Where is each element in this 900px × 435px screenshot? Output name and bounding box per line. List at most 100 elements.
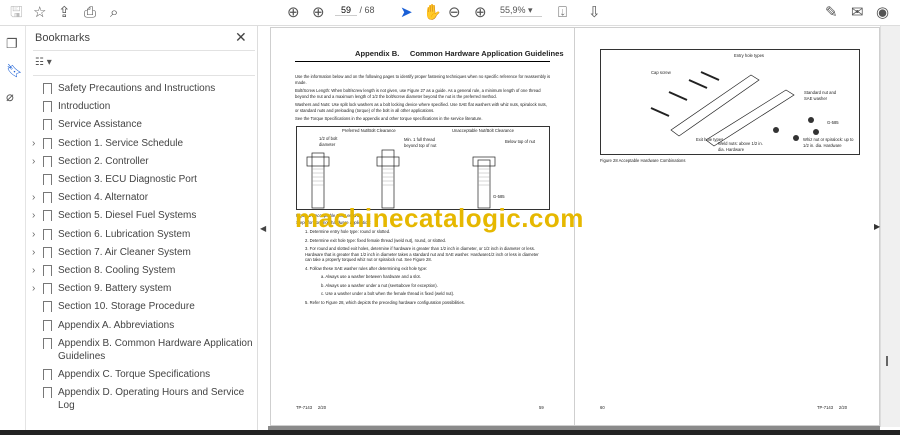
bookmark-icon bbox=[43, 337, 52, 349]
search-icon[interactable]: ⌕ bbox=[110, 4, 118, 22]
fit-page-icon[interactable]: ⍗ bbox=[558, 4, 567, 22]
panel-title: Bookmarks bbox=[35, 32, 91, 44]
bookmark-label: Section 4. Alternator bbox=[58, 192, 149, 204]
bookmark-icon bbox=[43, 174, 52, 185]
scroll-mode-icon[interactable]: ⇩ bbox=[588, 4, 601, 22]
bookmark-label: Appendix A. Abbreviations bbox=[58, 319, 175, 331]
bookmarks-icon[interactable]: 🔖︎ bbox=[6, 63, 23, 79]
step: 4. Follow these SAE washer rules after d… bbox=[305, 265, 428, 271]
zoom-out-icon[interactable]: ⊖ bbox=[448, 4, 461, 22]
substep: b. Always use a washer under a nut (see5… bbox=[321, 282, 438, 288]
page-number-input[interactable] bbox=[335, 5, 357, 16]
bookmark-icon bbox=[43, 210, 52, 222]
scrollbar-thumb[interactable] bbox=[886, 356, 888, 366]
zoom-select[interactable]: 55,9% ▾ bbox=[500, 5, 542, 17]
chevron-right-icon[interactable]: › bbox=[32, 209, 35, 222]
paragraph: Bolt/Screw Length: When bolt/screw lengt… bbox=[295, 88, 541, 99]
chevron-right-icon[interactable]: › bbox=[32, 137, 35, 150]
bookmark-icon bbox=[43, 119, 52, 131]
footer-right: TP-7143 2/20 bbox=[817, 405, 848, 410]
sign-icon[interactable]: ✎ bbox=[825, 4, 838, 22]
bookmark-label: Section 8. Cooling System bbox=[58, 265, 176, 276]
bookmark-icon bbox=[43, 301, 52, 313]
bookmark-label: Appendix D. Operating Hours and Service … bbox=[58, 387, 245, 411]
bookmark-label: Service Assistance bbox=[58, 119, 142, 131]
hand-tool-icon[interactable]: ✋ bbox=[423, 4, 442, 22]
collapse-panel-arrow-icon[interactable]: ◀ bbox=[260, 224, 266, 233]
bookmark-star-icon[interactable]: ☆ bbox=[33, 4, 46, 22]
divider bbox=[33, 75, 255, 76]
previous-page-icon[interactable]: ⊕︎ bbox=[287, 4, 300, 22]
bookmark-icon bbox=[43, 192, 52, 204]
figure-28-caption: Figure 28 Acceptable Hardware Combinatio… bbox=[600, 158, 686, 163]
upload-cloud-icon[interactable]: ⇪ bbox=[58, 4, 71, 22]
vertical-scrollbar[interactable] bbox=[880, 26, 900, 427]
zoom-in-icon[interactable]: ⊕ bbox=[474, 4, 487, 22]
chevron-right-icon[interactable]: › bbox=[32, 191, 35, 204]
substep: c. Use a washer under a bolt when the fe… bbox=[321, 291, 455, 296]
page-60: Entry hole types Cap screw Standard nut … bbox=[574, 27, 880, 426]
watermark[interactable]: machinecatalogic.com bbox=[295, 203, 584, 234]
fig-label: Weld nuts: above 1/2 in. dia. Hardware bbox=[718, 141, 763, 152]
footer-page-number: 59 bbox=[539, 405, 544, 410]
chevron-right-icon[interactable]: › bbox=[32, 246, 35, 259]
select-cursor-icon[interactable]: ➤ bbox=[400, 4, 413, 22]
bookmark-label: Section 5. Diesel Fuel Systems bbox=[58, 210, 197, 222]
bookmark-label: Section 10. Storage Procedure bbox=[58, 301, 195, 313]
fig-label: Entry hole types bbox=[734, 53, 765, 58]
paragraph: See the Torque Specifications in the app… bbox=[295, 116, 483, 121]
next-page-icon[interactable]: ⊕︎ bbox=[312, 4, 325, 22]
divider bbox=[33, 50, 255, 51]
bookmark-icon bbox=[43, 228, 52, 240]
chevron-right-icon[interactable]: › bbox=[32, 282, 35, 295]
total-pages: / 68 bbox=[359, 5, 375, 15]
step: 2. Determine exit hole type: fixed femal… bbox=[305, 237, 447, 243]
page-thumbnails-icon[interactable]: ❐ bbox=[6, 36, 18, 52]
bookmark-icon bbox=[43, 246, 52, 258]
bookmark-label: Section 2. Controller bbox=[58, 155, 149, 167]
steps-list: 1. Determine entry hole type: round or s… bbox=[305, 229, 545, 305]
substep: a. Always use a washer between hardware … bbox=[321, 274, 421, 279]
chevron-right-icon[interactable]: › bbox=[32, 228, 35, 241]
fig-label: G-585 bbox=[827, 120, 839, 125]
bookmark-label: Section 1. Service Schedule bbox=[58, 137, 184, 149]
email-icon[interactable]: ✉ bbox=[851, 4, 864, 22]
bookmark-icon bbox=[43, 319, 52, 331]
footer-page-number: 60 bbox=[600, 405, 605, 410]
footer-left: TP-7143 2/20 bbox=[296, 405, 327, 410]
bookmark-icon bbox=[43, 83, 52, 94]
save-icon[interactable]: 🖫 bbox=[10, 4, 23, 22]
bookmark-label: Section 9. Battery system bbox=[58, 283, 172, 295]
chevron-right-icon[interactable]: › bbox=[32, 155, 35, 168]
header-rule bbox=[295, 61, 550, 63]
attachments-icon[interactable]: ⌀ bbox=[6, 89, 14, 105]
bookmark-label: Section 3. ECU Diagnostic Port bbox=[58, 174, 197, 185]
bookmark-label: Section 6. Lubrication System bbox=[58, 228, 191, 240]
fig-label: Standard nut and SAE washer bbox=[804, 90, 837, 101]
fig-label: Cap screw bbox=[651, 70, 671, 75]
print-icon[interactable]: ⎙ bbox=[84, 4, 96, 22]
bookmark-options-button[interactable]: ☷ ▾ bbox=[35, 57, 52, 68]
bookmark-label: Appendix B. Common Hardware Application … bbox=[58, 337, 253, 362]
side-icon-column: ❐ 🔖︎ ⌀ bbox=[0, 26, 26, 435]
account-icon[interactable]: ◉ bbox=[876, 4, 889, 22]
close-icon[interactable]: ✕ bbox=[235, 29, 247, 46]
bookmark-label: Section 7. Air Cleaner System bbox=[58, 246, 191, 258]
bookmark-icon bbox=[43, 368, 52, 380]
bookmark-icon bbox=[43, 265, 52, 276]
taskbar-strip bbox=[0, 430, 900, 435]
bookmark-label: Introduction bbox=[58, 101, 111, 113]
bookmark-label: Appendix C. Torque Specifications bbox=[58, 368, 211, 380]
toolbar: 🖫 ☆ ⇪ ⎙ ⌕ ⊕︎ ⊕︎ / 68 ➤ ✋ ⊖ ⊕ 55,9% ▾ ⍗ ⇩… bbox=[0, 0, 900, 26]
bookmark-icon bbox=[43, 101, 52, 113]
figure-28: Entry hole types Cap screw Standard nut … bbox=[600, 49, 860, 155]
bookmarks-panel: Bookmarks ✕ ☷ ▾ Safety Precautions and I… bbox=[27, 26, 258, 435]
figure-27: Preferred Nut/Bolt Clearance Unacceptabl… bbox=[296, 126, 550, 210]
fig-label: Whiz nut or spiralock: up to 1/2 in. dia… bbox=[803, 137, 854, 148]
page-header: Appendix B. Common Hardware Application … bbox=[355, 49, 564, 58]
bolt-drawings bbox=[306, 149, 496, 209]
paragraph: Washers and Nuts: Use split lock washers… bbox=[295, 102, 547, 113]
body-text: Use the information below and on the fol… bbox=[295, 74, 551, 122]
chevron-right-icon[interactable]: › bbox=[32, 264, 35, 277]
bookmark-label: Safety Precautions and Instructions bbox=[58, 83, 216, 94]
